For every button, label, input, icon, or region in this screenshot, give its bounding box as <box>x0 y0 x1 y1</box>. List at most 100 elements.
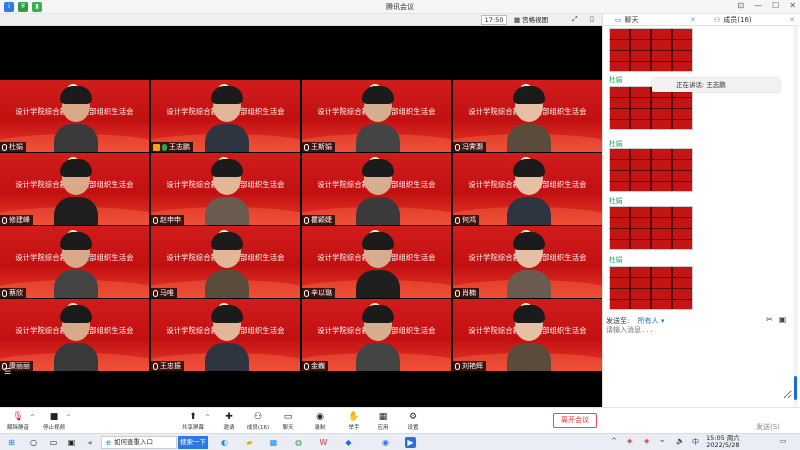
mic-muted-icon <box>153 289 158 297</box>
view-switch-button[interactable]: ▦ 宫格视图 <box>511 15 551 25</box>
pin-icon[interactable]: ⊡ <box>737 1 744 10</box>
layout-icon[interactable]: ▯ <box>590 15 594 23</box>
chat-input[interactable] <box>606 325 792 399</box>
chat-scroll-thumb[interactable] <box>794 376 797 400</box>
ime-icon[interactable]: 中 <box>692 437 699 447</box>
tab-chat[interactable]: ▭ 聊天 ✕ <box>603 14 702 25</box>
tray-chevron-icon[interactable]: ^ <box>611 437 617 445</box>
participant-tile[interactable]: 设计学院综合教师党支部组织生活会冯霁灏 <box>453 80 602 152</box>
chat-image-thumbnail[interactable] <box>609 86 693 130</box>
mic-muted-icon <box>455 362 460 370</box>
store-icon[interactable]: ▦ <box>268 437 279 448</box>
tray-app2-icon[interactable]: ◈ <box>644 437 649 445</box>
search-icon[interactable]: ○ <box>28 437 39 448</box>
participant-tile[interactable]: 设计学院综合教师党支部组织生活会辛以璐 <box>302 226 451 298</box>
participant-tile[interactable]: 设计学院综合教师党支部组织生活会王忠振 <box>151 299 300 371</box>
participant-body <box>356 343 400 371</box>
chat-sender-name: 杜娟 <box>609 256 623 264</box>
participant-tile[interactable]: 设计学院综合教师党支部组织生活会蔡欣 <box>0 226 149 298</box>
participant-tile[interactable]: 设计学院综合教师党支部组织生活会刘艳辉 <box>453 299 602 371</box>
record-button[interactable]: ◉ 录制 <box>303 412 337 431</box>
chevron-up-icon[interactable]: ^ <box>30 414 35 421</box>
gallery-menu-icon[interactable]: ☰ <box>4 367 11 376</box>
participant-name-tag: 瞿颖婕 <box>302 215 335 225</box>
mute-button[interactable]: 🎙 解除静音 ^ <box>1 412 35 431</box>
chat-icon: ▭ <box>283 412 293 422</box>
participant-hair <box>362 305 394 323</box>
participant-name-tag: 王志鹏 <box>151 142 193 152</box>
folder-icon[interactable]: ▰ <box>244 437 255 448</box>
tencent-meeting-icon[interactable]: ◆ <box>343 437 354 448</box>
participant-name: 王志鹏 <box>169 143 190 151</box>
widgets-icon[interactable]: ▣ <box>66 437 77 448</box>
network-icon[interactable]: ⌁ <box>660 437 664 445</box>
taskbar-search-text: 如何查重入口 <box>114 438 153 446</box>
wechat-icon[interactable]: ◍ <box>293 437 304 448</box>
maximize-button[interactable]: ☐ <box>772 1 779 10</box>
participant-tile[interactable]: 设计学院综合教师党支部组织生活会王斯娟 <box>302 80 451 152</box>
fullscreen-icon[interactable]: ⤢ <box>572 15 578 24</box>
participant-tile[interactable]: 设计学院综合教师党支部组织生活会金巍 <box>302 299 451 371</box>
file-icon[interactable]: ▣ <box>779 315 787 324</box>
notification-icon[interactable]: ▭ <box>780 437 787 445</box>
participant-body <box>205 343 249 371</box>
chat-image-thumbnail[interactable] <box>609 206 693 250</box>
chevron-up-icon[interactable]: ^ <box>66 414 71 421</box>
participant-tile[interactable]: 设计学院综合教师党支部组织生活会何鸿 <box>453 153 602 225</box>
chrome-icon[interactable]: ◉ <box>380 437 391 448</box>
participant-tile[interactable]: 设计学院综合教师党支部组织生活会修建峰 <box>0 153 149 225</box>
chat-scrollbar[interactable] <box>793 26 798 406</box>
share-screen-button[interactable]: ⬆ 共享屏幕 ^ <box>176 412 210 431</box>
browser-back-icon[interactable]: ◂ <box>84 437 95 448</box>
participant-body <box>507 124 551 152</box>
close-button[interactable]: ✕ <box>789 1 796 10</box>
apps-button[interactable]: ▦ 应用 <box>366 412 400 431</box>
chat-image-thumbnail[interactable] <box>609 28 693 72</box>
participant-name: 王斯娟 <box>311 143 332 151</box>
windows-start-icon[interactable]: ⊞ <box>6 437 17 448</box>
participant-tile[interactable]: 设计学院综合教师党支部组织生活会杜娟 <box>0 80 149 152</box>
chat-image-thumbnail[interactable] <box>609 266 693 310</box>
participant-tile[interactable]: 设计学院综合教师党支部组织生活会瞿颖婕 <box>302 153 451 225</box>
send-button[interactable]: 发送(S) <box>756 422 780 432</box>
participant-tile[interactable]: 设计学院综合教师党支部组织生活会王志鹏 <box>151 80 300 152</box>
participant-tile[interactable]: 设计学院综合教师党支部组织生活会赵申申 <box>151 153 300 225</box>
participant-name: 蔡欣 <box>9 289 23 297</box>
wps-icon[interactable]: W <box>318 437 329 448</box>
meeting-timer: 17:50 <box>481 15 507 25</box>
chat-button[interactable]: ▭ 聊天 <box>271 412 305 431</box>
close-chat-icon[interactable]: ✕ <box>690 16 696 24</box>
taskbar-search-button[interactable]: 搜索一下 <box>178 436 208 449</box>
participant-name: 何鸿 <box>462 216 476 224</box>
tab-members[interactable]: ⚇ 成员(16) ✕ <box>702 14 800 25</box>
members-button[interactable]: ⚇ 成员(16) <box>241 412 275 431</box>
window-title: 腾讯会议 <box>386 3 414 11</box>
chat-image-thumbnail[interactable] <box>609 148 693 192</box>
meeting-app-icon[interactable]: ▶ <box>405 437 416 448</box>
participant-video <box>205 80 249 152</box>
participant-tile[interactable]: 设计学院综合教师党支部组织生活会肖楠 <box>453 226 602 298</box>
settings-button[interactable]: ⚙ 设置 <box>396 412 430 431</box>
system-clock[interactable]: 15:05 周六 2022/5/28 <box>706 435 740 449</box>
chevron-up-icon[interactable]: ^ <box>205 414 210 421</box>
tray-app-icon[interactable]: ◈ <box>627 437 632 445</box>
participant-body <box>507 270 551 298</box>
volume-icon[interactable]: 🔈 <box>676 437 685 445</box>
participant-tile[interactable]: 设计学院综合教师党支部组织生活会康丽丽 <box>0 299 149 371</box>
participant-hair <box>211 159 243 177</box>
participant-video <box>54 80 98 152</box>
participant-body <box>507 343 551 371</box>
send-to-select[interactable]: 所有人 ▾ <box>638 317 665 325</box>
mic-muted-icon <box>304 289 309 297</box>
participant-name-tag: 蔡欣 <box>0 288 26 298</box>
participant-tile[interactable]: 设计学院综合教师党支部组织生活会马唯 <box>151 226 300 298</box>
participant-name: 辛以璐 <box>311 289 332 297</box>
participant-hair <box>211 232 243 250</box>
screenshot-icon[interactable]: ✂ <box>766 315 773 324</box>
leave-meeting-button[interactable]: 离开会议 <box>553 413 597 428</box>
close-members-icon[interactable]: ✕ <box>789 16 795 24</box>
video-button[interactable]: ■ 停止视频 ^ <box>37 412 71 431</box>
edge-icon[interactable]: ◐ <box>219 437 230 448</box>
task-view-icon[interactable]: ▭ <box>48 437 59 448</box>
minimize-button[interactable]: — <box>754 1 762 10</box>
